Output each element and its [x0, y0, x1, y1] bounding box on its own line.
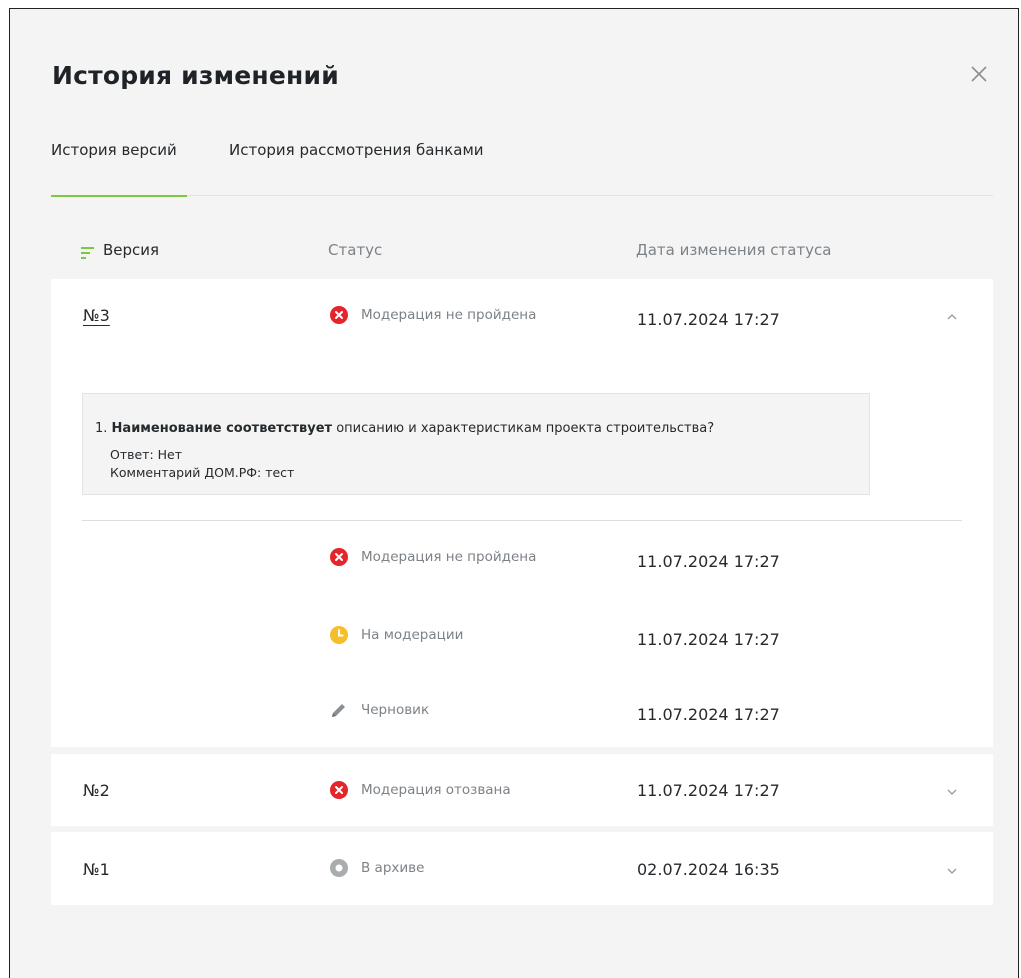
version-row-2[interactable]: №2 Модерация отозвана 11.07.2024 17:27 [51, 754, 993, 826]
version-row-3: №3 Модерация не пройдена 11.07.2024 17:2… [51, 279, 993, 747]
error-icon [330, 781, 348, 799]
chevron-up-icon[interactable] [944, 309, 960, 325]
question-bold: Наименование соответствует [111, 421, 333, 436]
question-rest: описанию и характеристикам проекта строи… [336, 421, 715, 436]
close-icon[interactable] [968, 63, 990, 85]
status-date: 11.07.2024 17:27 [637, 781, 780, 800]
tab-bank-review-history-label: История рассмотрения банками [229, 141, 484, 159]
history-status-badge: Черновик [330, 700, 429, 720]
change-history-modal: История изменений История версий История… [9, 8, 1019, 978]
status-text: Модерация отозвана [361, 782, 511, 798]
history-status-text: Черновик [361, 702, 430, 718]
answer-line: Ответ: Нет [110, 447, 183, 462]
comment-line: Комментарий ДОМ.РФ: тест [110, 465, 295, 480]
sort-icon [81, 245, 95, 259]
tab-version-history[interactable]: История версий [51, 141, 187, 197]
divider [82, 520, 962, 521]
chevron-down-icon[interactable] [944, 784, 960, 800]
pencil-icon [330, 701, 348, 719]
version-number: №2 [83, 781, 110, 800]
tab-version-history-label: История версий [51, 141, 177, 159]
history-status-text: Модерация не пройдена [361, 549, 537, 565]
date-column-header: Дата изменения статуса [636, 241, 832, 259]
status-badge: Модерация отозвана [330, 780, 511, 800]
history-status-date: 11.07.2024 17:27 [637, 705, 780, 724]
error-icon [330, 548, 348, 566]
status-badge: Модерация не пройдена [330, 305, 536, 325]
error-icon [330, 306, 348, 324]
status-text: Модерация не пройдена [361, 307, 537, 323]
status-column-header: Статус [328, 241, 383, 259]
answer-question: 1. Наименование соответствует описанию и… [95, 421, 714, 436]
archive-icon [330, 859, 348, 877]
version-column-header[interactable]: Версия [81, 241, 160, 259]
version-number: №1 [83, 860, 110, 879]
history-status-badge: Модерация не пройдена [330, 547, 536, 567]
history-status-date: 11.07.2024 17:27 [637, 552, 780, 571]
history-status-badge: На модерации [330, 625, 463, 645]
history-status-text: На модерации [361, 627, 464, 643]
version-number-link[interactable]: №3 [83, 306, 110, 325]
moderation-answer-box: 1. Наименование соответствует описанию и… [82, 393, 870, 495]
status-badge: В архиве [330, 858, 424, 878]
status-text: В архиве [361, 860, 425, 876]
status-date: 02.07.2024 16:35 [637, 860, 780, 879]
clock-icon [330, 626, 348, 644]
version-row-1[interactable]: №1 В архиве 02.07.2024 16:35 [51, 832, 993, 905]
version-header-label: Версия [103, 241, 160, 259]
tab-bar: История версий История рассмотрения банк… [51, 141, 993, 197]
modal-title: История изменений [52, 61, 339, 90]
chevron-down-icon[interactable] [944, 863, 960, 879]
status-date: 11.07.2024 17:27 [637, 310, 780, 329]
table-header: Версия Статус Дата изменения статуса [51, 241, 993, 263]
tab-bank-review-history[interactable]: История рассмотрения банками [229, 141, 519, 196]
question-index: 1. [95, 421, 108, 436]
history-status-date: 11.07.2024 17:27 [637, 630, 780, 649]
